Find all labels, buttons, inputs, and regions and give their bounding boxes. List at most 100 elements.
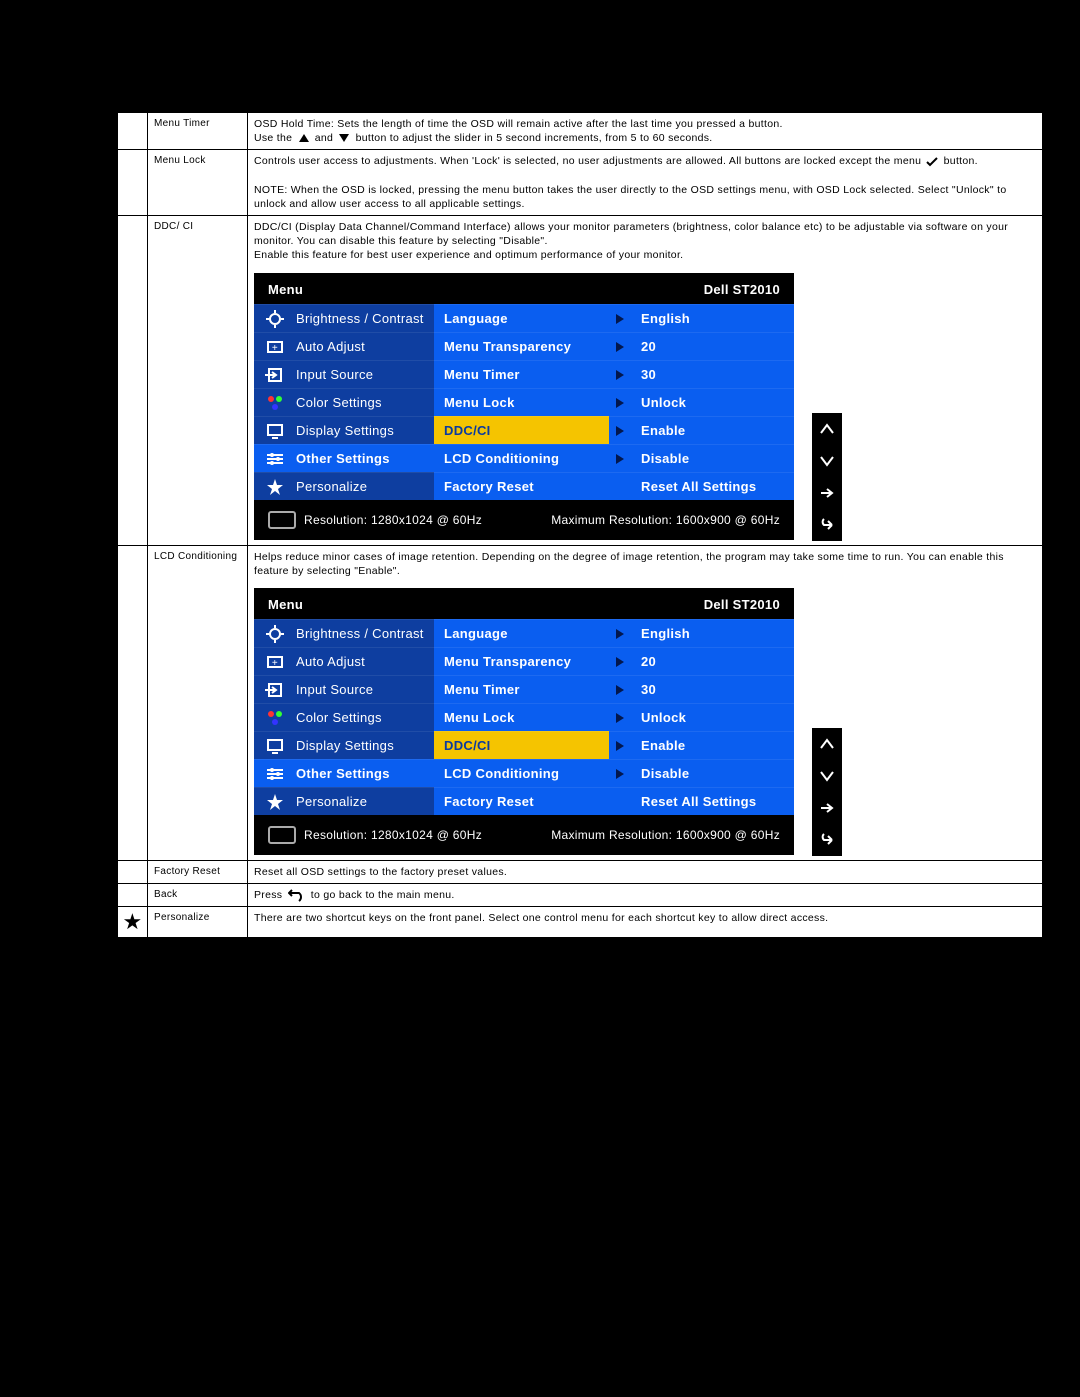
osd-screenshot-lcd: Menu Dell ST2010 Brightness / Contrast+Aut… [254,588,1036,856]
triangle-right-icon [616,454,624,464]
svg-text:+: + [272,343,278,354]
osd-left-item[interactable]: Brightness / Contrast [254,619,434,647]
color-settings-icon [264,392,286,414]
osd-mid-item[interactable]: Factory Reset [434,472,609,500]
osd-mid-item[interactable]: DDC/CI [434,416,609,444]
osd-mid-item[interactable]: Menu Timer [434,360,609,388]
label-back: Back [148,884,248,907]
osd-footer: Resolution: 1280x1024 @ 60HzMaximum Reso… [254,815,794,855]
osd-value-column: English2030UnlockEnableDisableReset All … [631,304,794,500]
osd-arrow-cell [609,787,631,815]
triangle-right-icon [616,769,624,779]
osd-menu: Menu Dell ST2010 Brightness / Contrast+Aut… [254,588,794,856]
osd-left-column: Brightness / Contrast+Auto AdjustInput S… [254,304,434,500]
brightness-icon [264,623,286,645]
desc-lcd-cond: Helps reduce minor cases of image retent… [248,545,1043,860]
label-personalize: Personalize [148,907,248,938]
label-menu-timer: Menu Timer [148,113,248,150]
osd-screenshot-ddc: MenuDell ST2010Brightness / Contrast+Aut… [254,273,1036,541]
nav-right-icon[interactable] [812,792,842,824]
osd-mid-item[interactable]: Menu Lock [434,388,609,416]
osd-left-column: Brightness / Contrast+Auto AdjustInput S… [254,619,434,815]
osd-value-item: Unlock [631,388,794,416]
osd-arrow-cell [609,619,631,647]
auto-adjust-icon: + [264,651,286,673]
osd-mid-item[interactable]: Factory Reset [434,787,609,815]
display-settings-icon [264,735,286,757]
nav-down-icon[interactable] [812,445,842,477]
osd-title: Menu [268,281,303,299]
display-settings-icon [264,420,286,442]
osd-left-item[interactable]: Other Settings [254,444,434,472]
osd-value-item: Enable [631,731,794,759]
triangle-right-icon [616,685,624,695]
osd-arrow-cell [609,472,631,500]
osd-value-item: Unlock [631,703,794,731]
osd-left-item[interactable]: Other Settings [254,759,434,787]
osd-left-item[interactable]: Display Settings [254,731,434,759]
undo-icon [288,888,306,902]
personalize-star-icon [264,791,286,813]
osd-mid-item[interactable]: Menu Transparency [434,332,609,360]
osd-mid-item[interactable]: Language [434,304,609,332]
osd-left-item[interactable]: Input Source [254,360,434,388]
osd-arrow-cell [609,759,631,787]
brightness-icon [264,308,286,330]
osd-mid-column: LanguageMenu TransparencyMenu TimerMenu … [434,304,609,500]
osd-model: Dell ST2010 [704,596,780,614]
osd-mid-item[interactable]: Language [434,619,609,647]
osd-left-item[interactable]: Personalize [254,472,434,500]
osd-arrow-cell [609,444,631,472]
check-icon [926,157,938,167]
osd-mid-item[interactable]: Menu Lock [434,703,609,731]
nav-back-icon[interactable] [812,824,842,856]
nav-back-icon[interactable] [812,509,842,541]
osd-left-item[interactable]: +Auto Adjust [254,332,434,360]
osd-mid-item[interactable]: DDC/CI [434,731,609,759]
triangle-right-icon [616,657,624,667]
nav-up-icon[interactable] [812,728,842,760]
desc-personalize: There are two shortcut keys on the front… [248,907,1043,938]
triangle-right-icon [616,741,624,751]
osd-title: Menu [268,596,303,614]
osd-mid-item[interactable]: LCD Conditioning [434,759,609,787]
osd-value-item: Reset All Settings [631,472,794,500]
triangle-right-icon [616,713,624,723]
osd-mid-item[interactable]: Menu Transparency [434,647,609,675]
osd-left-item[interactable]: Display Settings [254,416,434,444]
monitor-icon [268,511,296,529]
triangle-right-icon [616,314,624,324]
osd-left-item[interactable]: Color Settings [254,388,434,416]
osd-left-item[interactable]: +Auto Adjust [254,647,434,675]
osd-left-item[interactable]: Input Source [254,675,434,703]
osd-max-resolution: Maximum Resolution: 1600x900 @ 60Hz [551,827,780,843]
osd-nav-buttons [812,413,842,541]
osd-mid-item[interactable]: LCD Conditioning [434,444,609,472]
nav-right-icon[interactable] [812,477,842,509]
triangle-right-icon [616,629,624,639]
osd-arrow-cell [609,416,631,444]
osd-arrow-cell [609,731,631,759]
nav-down-icon[interactable] [812,760,842,792]
osd-resolution: Resolution: 1280x1024 @ 60Hz [304,512,482,528]
auto-adjust-icon: + [264,336,286,358]
monitor-icon [268,826,296,844]
nav-up-icon[interactable] [812,413,842,445]
label-menu-lock: Menu Lock [148,150,248,216]
settings-table: Menu Timer OSD Hold Time: Sets the lengt… [117,112,1043,938]
osd-left-item[interactable]: Brightness / Contrast [254,304,434,332]
svg-text:+: + [272,658,278,669]
osd-value-item: 30 [631,675,794,703]
input-source-icon [264,679,286,701]
other-settings-icon [264,763,286,785]
personalize-star-icon [264,476,286,498]
osd-arrow-cell [609,675,631,703]
osd-left-item[interactable]: Color Settings [254,703,434,731]
osd-value-item: 20 [631,647,794,675]
star-icon: ★ [118,907,148,938]
osd-arrow-cell [609,360,631,388]
osd-mid-item[interactable]: Menu Timer [434,675,609,703]
desc-menu-timer: OSD Hold Time: Sets the length of time t… [248,113,1043,150]
osd-left-item[interactable]: Personalize [254,787,434,815]
other-settings-icon [264,448,286,470]
